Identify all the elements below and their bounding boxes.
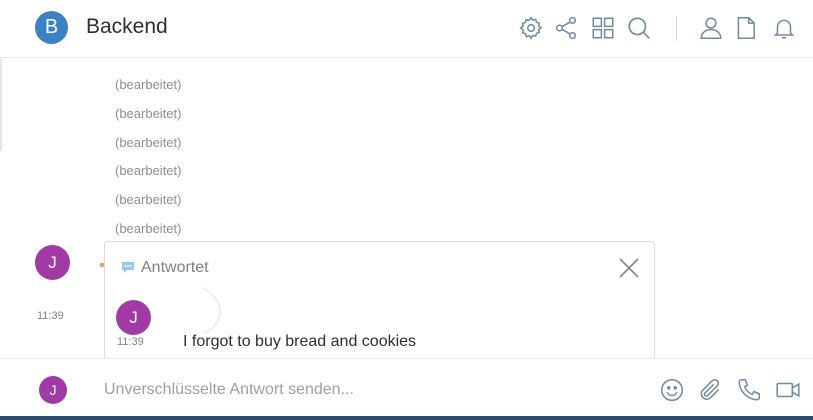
loading-swirl <box>202 287 221 334</box>
edited-label: (bearbeitet) <box>115 77 182 92</box>
edited-label: (bearbeitet) <box>115 163 182 178</box>
reply-preview: Antwortet J 11:39 I forgot to buy bread … <box>104 241 655 371</box>
edited-label: (bearbeitet) <box>115 192 182 207</box>
left-edge-strip <box>0 59 2 151</box>
sender-avatar[interactable]: J <box>35 245 70 280</box>
video-icon[interactable] <box>775 377 801 403</box>
person-icon[interactable] <box>698 15 724 41</box>
emoji-icon[interactable] <box>659 377 685 403</box>
bottom-edge <box>0 416 813 420</box>
close-icon[interactable] <box>617 256 641 280</box>
speech-bubble-icon <box>120 259 136 275</box>
header-divider <box>676 16 677 41</box>
message-input[interactable] <box>100 376 640 404</box>
reply-timestamp: 11:39 <box>117 336 144 348</box>
bell-icon[interactable] <box>771 15 797 41</box>
message-composer: J <box>0 358 813 420</box>
room-header: B Backend <box>0 0 813 58</box>
edited-label: (bearbeitet) <box>115 135 182 150</box>
file-icon[interactable] <box>733 15 759 41</box>
reply-label: Antwortet <box>141 259 209 276</box>
search-icon[interactable] <box>626 15 652 41</box>
phone-icon[interactable] <box>736 377 762 403</box>
edited-label: (bearbeitet) <box>115 221 182 236</box>
attachment-icon[interactable] <box>697 377 723 403</box>
room-title[interactable]: Backend <box>86 15 168 39</box>
reply-message-text: I forgot to buy bread and cookies <box>183 333 417 350</box>
room-avatar[interactable]: B <box>35 11 68 44</box>
message-timestamp: 11:39 <box>37 310 64 322</box>
grid-icon[interactable] <box>590 15 616 41</box>
share-icon[interactable] <box>553 15 579 41</box>
user-avatar[interactable]: J <box>39 376 67 404</box>
gear-icon[interactable] <box>518 15 544 41</box>
edited-label: (bearbeitet) <box>115 106 182 121</box>
reply-sender-avatar[interactable]: J <box>116 300 151 335</box>
